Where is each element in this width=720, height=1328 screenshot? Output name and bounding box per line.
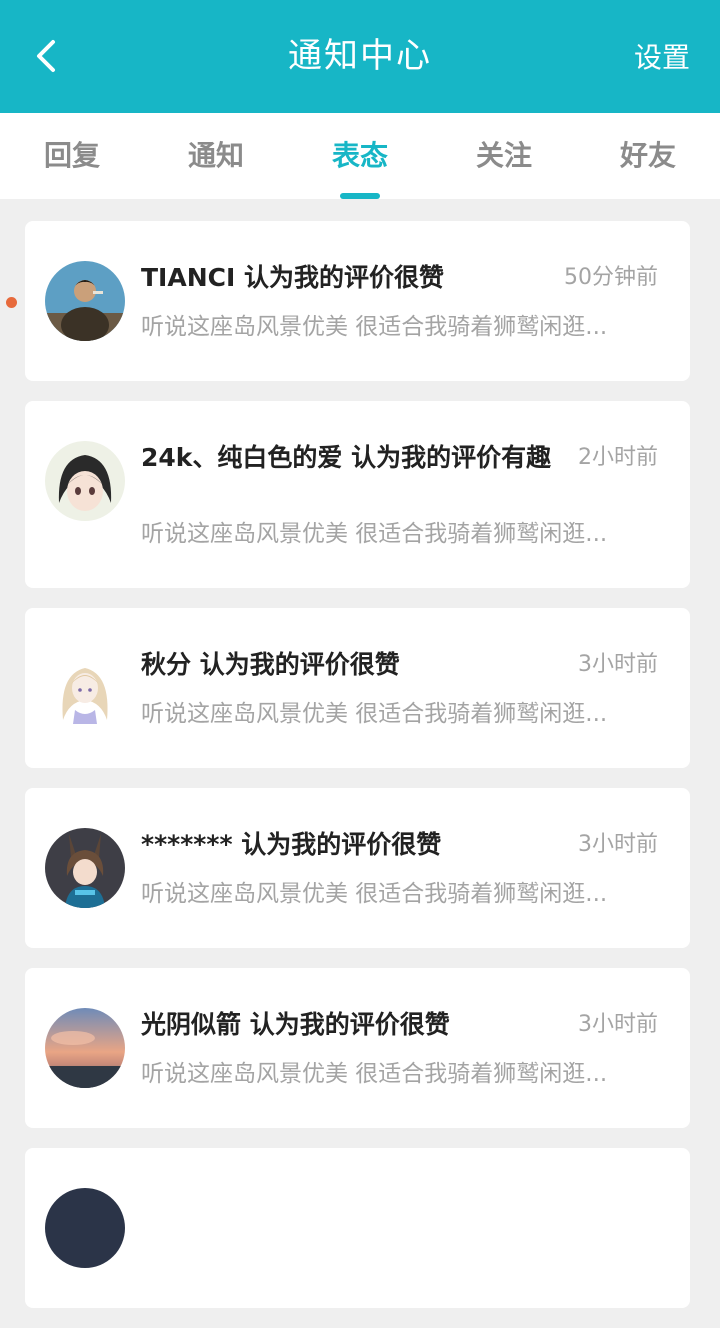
tab-label: 关注 <box>475 139 532 172</box>
tab-friends[interactable]: 好友 <box>576 113 720 199</box>
notification-time: 3小时前 <box>578 832 658 857</box>
notification-list: TIANCI 认为我的评价很赞 50分钟前 听说这座岛风景优美 很适合我骑着狮鹫… <box>6 221 690 1328</box>
settings-button[interactable]: 设置 <box>634 38 690 78</box>
notification-time: 50分钟前 <box>564 265 658 290</box>
avatar[interactable] <box>45 261 125 341</box>
notification-time: 3小时前 <box>578 1012 658 1037</box>
avatar[interactable] <box>45 441 125 521</box>
tab-bar: 回复 通知 表态 关注 好友 <box>0 113 720 199</box>
notification-card[interactable]: 24k、纯白色的爱 认为我的评价有趣 2小时前 听说这座岛风景优美 很适合我骑着… <box>25 401 690 588</box>
notification-card[interactable]: TIANCI 认为我的评价很赞 50分钟前 听说这座岛风景优美 很适合我骑着狮鹫… <box>6 221 690 381</box>
notification-time: 3小时前 <box>578 652 658 677</box>
notification-card[interactable] <box>25 1148 690 1308</box>
notification-title: TIANCI 认为我的评价很赞 <box>141 263 444 292</box>
notification-title: 秋分 认为我的评价很赞 <box>141 650 400 679</box>
user-avatar-image <box>45 828 125 908</box>
tab-label: 回复 <box>43 139 100 172</box>
avatar[interactable] <box>45 1008 125 1088</box>
user-avatar-image <box>45 1008 125 1088</box>
notification-snippet: 听说这座岛风景优美 很适合我骑着狮鹫闲逛... <box>141 1061 608 1087</box>
avatar[interactable] <box>45 648 125 728</box>
notification-title: 24k、纯白色的爱 认为我的评价有趣 <box>141 443 552 472</box>
notification-snippet: 听说这座岛风景优美 很适合我骑着狮鹫闲逛... <box>141 314 608 340</box>
notification-time: 2小时前 <box>578 445 658 470</box>
avatar[interactable] <box>45 828 125 908</box>
notification-snippet: 听说这座岛风景优美 很适合我骑着狮鹫闲逛... <box>141 881 608 907</box>
app-header: 通知中心 设置 <box>0 0 720 113</box>
active-tab-indicator <box>340 193 380 199</box>
user-avatar-image <box>45 1188 125 1268</box>
notification-snippet: 听说这座岛风景优美 很适合我骑着狮鹫闲逛... <box>141 701 608 727</box>
notification-title: 光阴似箭 认为我的评价很赞 <box>141 1010 450 1039</box>
tab-replies[interactable]: 回复 <box>0 113 144 199</box>
avatar[interactable] <box>45 1188 125 1268</box>
notification-title: ******* 认为我的评价很赞 <box>141 830 442 859</box>
tab-label: 表态 <box>331 139 388 172</box>
user-avatar-image <box>45 261 125 341</box>
notification-snippet: 听说这座岛风景优美 很适合我骑着狮鹫闲逛... <box>141 521 608 547</box>
unread-dot <box>6 297 17 308</box>
user-avatar-image <box>45 648 125 728</box>
tab-label: 好友 <box>619 139 676 172</box>
tab-reactions[interactable]: 表态 <box>288 113 432 199</box>
notification-card[interactable]: 秋分 认为我的评价很赞 3小时前 听说这座岛风景优美 很适合我骑着狮鹫闲逛... <box>25 608 690 768</box>
tab-notices[interactable]: 通知 <box>144 113 288 199</box>
notification-card[interactable]: 光阴似箭 认为我的评价很赞 3小时前 听说这座岛风景优美 很适合我骑着狮鹫闲逛.… <box>25 968 690 1128</box>
tab-following[interactable]: 关注 <box>432 113 576 199</box>
user-avatar-image <box>45 441 125 521</box>
notification-card[interactable]: ******* 认为我的评价很赞 3小时前 听说这座岛风景优美 很适合我骑着狮鹫… <box>25 788 690 948</box>
page-title: 通知中心 <box>288 36 432 76</box>
tab-label: 通知 <box>187 139 244 172</box>
